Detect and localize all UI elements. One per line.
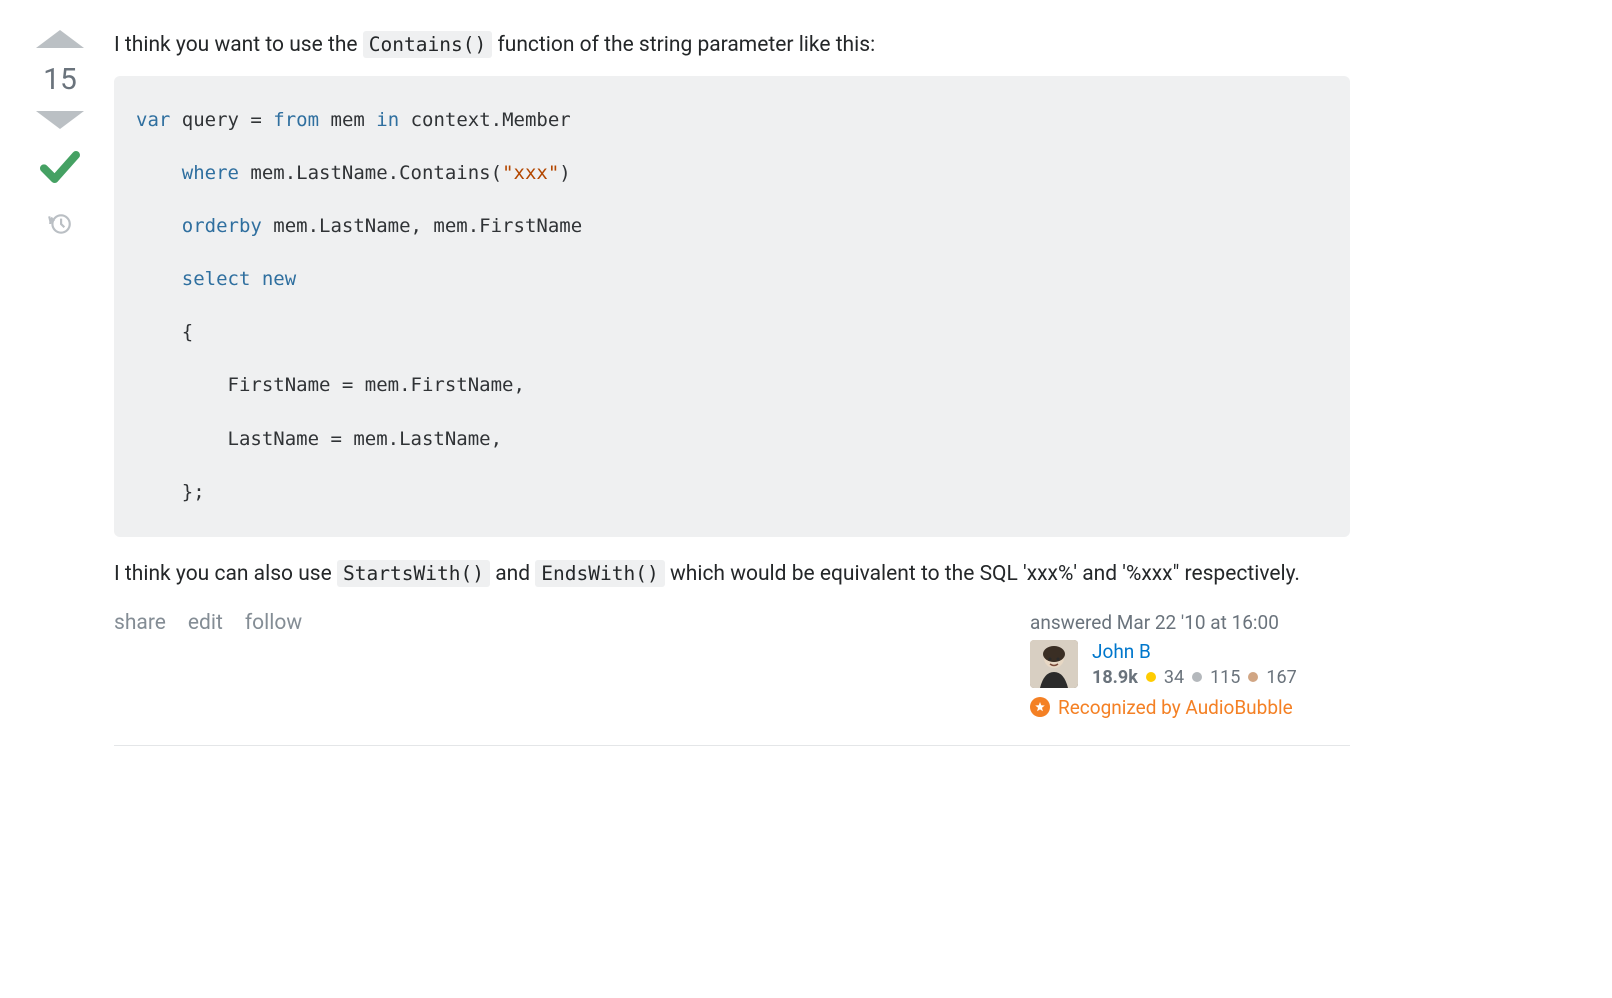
edit-link[interactable]: edit <box>188 611 223 635</box>
user-row: John B 18.9k 34 115 167 <box>1030 640 1297 688</box>
follow-link[interactable]: follow <box>245 611 302 635</box>
inline-code: StartsWith() <box>337 560 490 587</box>
code-token: mem.LastName, mem.FirstName <box>262 215 582 237</box>
text: which would be equivalent to the SQL 'xx… <box>665 562 1300 586</box>
silver-badge-count: 115 <box>1210 667 1240 688</box>
avatar[interactable] <box>1030 640 1078 688</box>
text: function of the string parameter like th… <box>492 33 875 57</box>
answer-paragraph-1: I think you want to use the Contains() f… <box>114 30 1350 62</box>
share-link[interactable]: share <box>114 611 166 635</box>
code-token: FirstName = mem.FirstName, <box>136 374 525 396</box>
gold-badge-count: 34 <box>1164 667 1184 688</box>
inline-code: EndsWith() <box>535 560 665 587</box>
code-token: mem <box>319 109 376 131</box>
code-token: select <box>136 268 250 290</box>
code-token: in <box>376 109 399 131</box>
accepted-check-icon <box>36 143 84 197</box>
code-token: where <box>136 162 239 184</box>
divider <box>114 745 1350 746</box>
timestamp: Mar 22 '10 at 16:00 <box>1117 611 1279 634</box>
recognized-badge[interactable]: Recognized by AudioBubble <box>1030 696 1293 719</box>
bronze-badge-count: 167 <box>1266 667 1296 688</box>
inline-code: Contains() <box>363 31 493 58</box>
code-token: = <box>250 109 261 131</box>
text: I think you want to use the <box>114 33 363 57</box>
username-link[interactable]: John B <box>1092 640 1297 663</box>
code-token: "xxx" <box>502 162 559 184</box>
code-token: query <box>170 109 250 131</box>
code-token: from <box>262 109 319 131</box>
code-token: LastName = mem.LastName, <box>136 428 502 450</box>
timeline-icon[interactable] <box>47 211 73 243</box>
code-token: context.Member <box>399 109 571 131</box>
reputation-line: 18.9k 34 115 167 <box>1092 667 1297 688</box>
code-token: ) <box>559 162 570 184</box>
recognized-text: Recognized by AudioBubble <box>1058 696 1293 719</box>
text: and <box>490 562 535 586</box>
code-block: var query = from mem in context.Member w… <box>114 76 1350 538</box>
action-row: share edit follow answered Mar 22 '10 at… <box>114 611 1350 719</box>
answer-paragraph-2: I think you can also use StartsWith() an… <box>114 559 1350 591</box>
answer-container: 15 I think you want to use the Contains(… <box>30 30 1350 756</box>
downvote-button[interactable] <box>36 111 84 129</box>
silver-badge-icon <box>1192 672 1202 682</box>
post-actions: share edit follow <box>114 611 302 635</box>
answer-body: I think you want to use the Contains() f… <box>114 30 1350 756</box>
code-token: var <box>136 109 170 131</box>
user-card: answered Mar 22 '10 at 16:00 <box>1030 611 1350 719</box>
user-info: John B 18.9k 34 115 167 <box>1092 640 1297 688</box>
code-token: { <box>136 321 193 343</box>
label: answered <box>1030 611 1117 634</box>
code-token: }; <box>136 481 205 503</box>
text: I think you can also use <box>114 562 337 586</box>
code-token: new <box>250 268 296 290</box>
code-token: mem.LastName.Contains( <box>239 162 502 184</box>
vote-column: 15 <box>30 30 90 756</box>
reputation: 18.9k <box>1092 667 1138 688</box>
star-badge-icon <box>1030 697 1050 717</box>
bronze-badge-icon <box>1248 672 1258 682</box>
gold-badge-icon <box>1146 672 1156 682</box>
code-token: orderby <box>136 215 262 237</box>
upvote-button[interactable] <box>36 30 84 48</box>
vote-score: 15 <box>43 62 77 97</box>
answered-time: answered Mar 22 '10 at 16:00 <box>1030 611 1279 634</box>
